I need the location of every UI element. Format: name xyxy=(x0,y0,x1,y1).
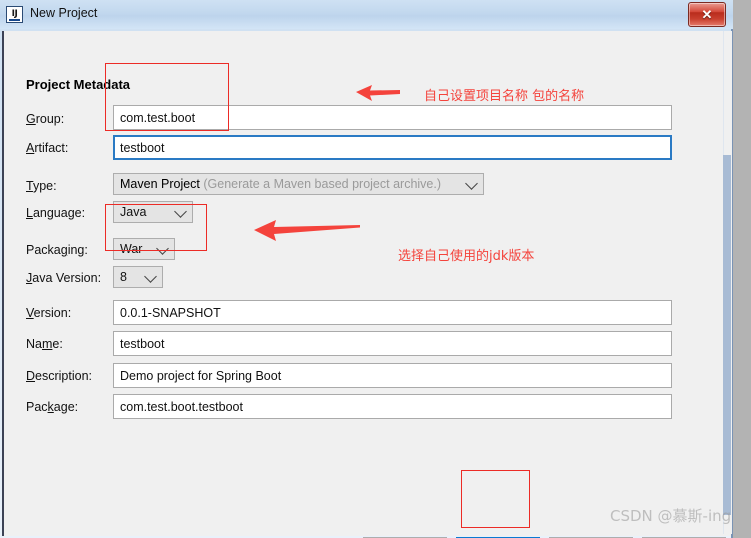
language-combo[interactable]: Java xyxy=(113,201,193,223)
chevron-down-icon xyxy=(156,242,169,255)
java-version-combo-value: 8 xyxy=(120,270,127,284)
label-language: Language: xyxy=(26,206,86,220)
language-combo-value: Java xyxy=(120,205,147,219)
packaging-combo[interactable]: War xyxy=(113,238,175,260)
version-input[interactable]: 0.0.1-SNAPSHOT xyxy=(113,300,672,325)
annotation-text-jdk: 选择自己使用的jdk版本 xyxy=(398,249,535,264)
close-button[interactable]: ✕ xyxy=(688,2,726,27)
window-title: New Project xyxy=(30,6,98,20)
label-package: Package: xyxy=(26,400,79,414)
screenshot-root: IJ New Project ✕ Project Metadata Group:… xyxy=(0,0,751,538)
label-java-version: Java Version: xyxy=(26,271,102,285)
label-packaging: Packaging: xyxy=(26,243,88,257)
chevron-down-icon xyxy=(465,177,478,190)
csdn-watermark: CSDN @慕斯-ing xyxy=(610,507,732,525)
label-version: Version: xyxy=(26,306,72,320)
label-type: Type: xyxy=(26,179,57,193)
dialog-client-area: Project Metadata Group: com.test.boot Ar… xyxy=(2,31,732,538)
chevron-down-icon xyxy=(174,205,187,218)
dialog-content: Project Metadata Group: com.test.boot Ar… xyxy=(4,31,731,538)
artifact-input[interactable]: testboot xyxy=(113,135,672,160)
vertical-scrollbar-thumb[interactable] xyxy=(723,155,731,515)
group-input[interactable]: com.test.boot xyxy=(113,105,672,130)
close-icon: ✕ xyxy=(701,7,713,22)
packaging-combo-value: War xyxy=(120,242,143,256)
description-input[interactable]: Demo project for Spring Boot xyxy=(113,363,672,388)
page-title: Project Metadata xyxy=(26,77,131,92)
package-input[interactable]: com.test.boot.testboot xyxy=(113,394,672,419)
intellij-idea-icon: IJ xyxy=(6,6,23,23)
label-name: Name: xyxy=(26,337,63,351)
java-version-combo[interactable]: 8 xyxy=(113,266,163,288)
label-description: Description: xyxy=(26,369,93,383)
label-group: Group: xyxy=(26,112,65,126)
annotation-text-metadata: 自己设置项目名称 包的名称 xyxy=(424,89,585,104)
name-input[interactable]: testboot xyxy=(113,331,672,356)
type-combo-value: Maven Project xyxy=(120,177,200,191)
type-combo[interactable]: Maven Project (Generate a Maven based pr… xyxy=(113,173,484,195)
chevron-down-icon xyxy=(144,270,157,283)
type-combo-hint: (Generate a Maven based project archive.… xyxy=(203,177,442,191)
window-titlebar[interactable]: IJ New Project ✕ xyxy=(0,0,733,29)
new-project-window: IJ New Project ✕ Project Metadata Group:… xyxy=(0,0,733,538)
label-artifact: Artifact: xyxy=(26,141,69,155)
